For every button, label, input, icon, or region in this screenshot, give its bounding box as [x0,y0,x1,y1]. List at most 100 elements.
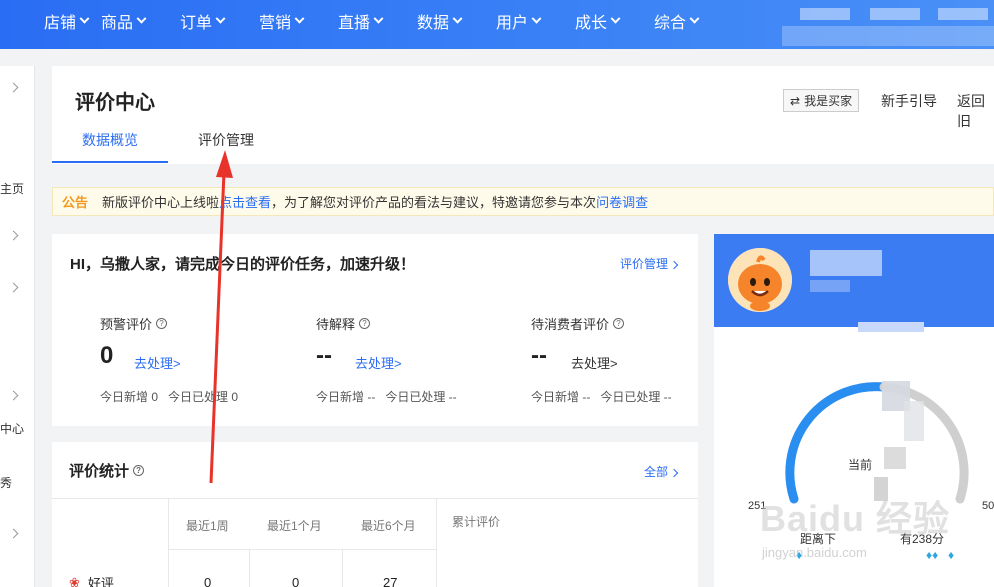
diamond-icon: ♦♦ [926,548,939,562]
tab-review-management[interactable]: 评价管理 [198,130,254,150]
nav-item-marketing[interactable]: 营销 [259,10,338,32]
announcement-bar: 公告 新版评价中心上线啦 点击查看 ，为了解您对评价产品的看法与建议，特邀请您参… [52,187,994,216]
chevron-down-icon [215,13,226,24]
avatar [728,248,792,312]
metric-sub: 今日新增 -- 今日已处理 -- [316,390,457,404]
chevron-right-icon[interactable] [8,528,19,539]
table-cell: 0 [204,575,212,587]
metric-pending-consumer: 待消费者评价? -- 去处理> 今日新增 -- 今日已处理 -- [531,314,731,404]
announcement-tag: 公告 [62,195,89,210]
view-all-label: 全部 [644,465,669,479]
question-icon[interactable]: ? [133,465,145,476]
review-task-card: HI，乌撒人家，请完成今日的评价任务，加速升级！ 评价管理 预警评价? 0 去处… [52,234,698,426]
chevron-right-icon[interactable] [8,390,19,401]
metric-label: 待解释 [316,317,356,332]
chevron-down-icon [689,13,700,24]
blurred-info [810,280,850,292]
nav-item-data[interactable]: 数据 [417,10,496,32]
announcement-text-2: ，为了解您对评价产品的看法与建议，特邀请您参与本次 [271,195,597,210]
metric-value: -- [316,342,332,369]
view-details-link[interactable]: 点击查看 [219,192,271,211]
question-icon[interactable]: ? [359,318,371,329]
table-cell: 27 [383,575,398,587]
sidebar-item-label[interactable]: 秀 [0,474,12,491]
chevron-down-icon [294,13,305,24]
column-header: 累计评价 [452,515,501,529]
top-nav: 店铺 商品 订单 营销 直播 数据 用户 成长 综合 [0,0,994,49]
task-title: HI，乌撒人家，请完成今日的评价任务，加速升级！ [70,256,416,273]
stats-table: 最近1周 最近1个月 最近6个月 累计评价 ❀ 好评 0 0 27 [52,498,698,587]
view-all-link[interactable]: 全部 [644,463,679,480]
nav-item-growth[interactable]: 成长 [575,10,654,32]
nav-item-label: 数据 [417,15,450,32]
review-stats-card: 评价统计? 全部 最近1周 最近1个月 最近6个月 累计评价 ❀ 好评 0 0 2… [52,442,698,587]
nav-item-goods[interactable]: 商品 [101,10,180,32]
top-nav-menu: 店铺 商品 订单 营销 直播 数据 用户 成长 综合 [0,10,733,32]
nav-item-label: 商品 [101,15,134,32]
switch-to-buyer-button[interactable]: ⇄ 我是买家 [783,89,860,112]
stats-title: 评价统计? [69,460,145,481]
nav-item-label: 用户 [496,15,529,32]
metric-value: 0 [100,342,114,369]
sidebar-item-label[interactable]: 中心 [0,420,24,437]
nav-item-label: 成长 [575,15,608,32]
nav-item-label: 订单 [180,15,213,32]
page-title: 评价中心 [75,92,155,114]
nav-item-live[interactable]: 直播 [338,10,417,32]
chevron-down-icon [373,13,384,24]
review-management-link[interactable]: 评价管理 [620,255,679,272]
metric-value: -- [531,342,547,369]
process-link-disabled: 去处理> [571,356,618,371]
review-management-link-label: 评价管理 [620,257,669,271]
chevron-right-icon[interactable] [8,230,19,241]
metric-label: 待消费者评价 [531,317,610,332]
chevron-right-icon[interactable] [8,82,19,93]
nav-item-label: 综合 [654,15,687,32]
chevron-down-icon [136,13,147,24]
chevron-down-icon [452,13,463,24]
sidebar-item-label[interactable]: 主页 [0,180,24,197]
nav-item-label: 营销 [259,15,292,32]
swap-icon: ⇄ [790,93,801,108]
blurred-username [810,250,882,276]
chevron-down-icon [531,13,542,24]
nav-item-orders[interactable]: 订单 [180,10,259,32]
column-header: 最近1个月 [267,519,322,533]
tab-data-overview[interactable]: 数据概览 [82,130,138,150]
switch-to-buyer-label: 我是买家 [804,94,853,108]
metric-sub: 今日新增 -- 今日已处理 -- [531,390,672,404]
survey-link[interactable]: 问卷调查 [596,192,648,211]
process-link[interactable]: 去处理> [134,353,181,372]
nav-item-users[interactable]: 用户 [496,10,575,32]
question-icon[interactable]: ? [613,318,625,329]
watermark-logo: Baidu 经验 [760,498,951,539]
flower-icon: ❀ [69,574,80,587]
nav-item-label: 直播 [338,15,371,32]
chevron-down-icon [610,13,621,24]
column-header: 最近6个月 [361,519,416,533]
question-icon[interactable]: ? [156,318,168,329]
beginner-guide-link[interactable]: 新手引导 [881,91,937,111]
metric-warning-reviews: 预警评价? 0 去处理> 今日新增 0 今日已处理 0 [100,314,300,404]
metric-sub: 今日新增 0 今日已处理 0 [100,390,239,404]
metric-pending-explanation: 待解释? -- 去处理> 今日新增 -- 今日已处理 -- [316,314,516,404]
diamond-icon: ♦ [948,548,955,562]
chevron-right-icon[interactable] [8,282,19,293]
chevron-right-icon [669,468,679,478]
column-header: 最近1周 [186,519,229,533]
table-row-label: ❀ 好评 [69,573,114,587]
profile-header [714,234,994,332]
process-link[interactable]: 去处理> [355,353,402,372]
gauge-current-label: 当前 [848,458,873,472]
nav-item-general[interactable]: 综合 [654,10,733,32]
return-old-link[interactable]: 返回旧 [957,91,994,131]
chevron-right-icon [669,260,679,270]
gauge-max-label: 50 [982,500,994,512]
watermark-url: jingyan.baidu.com [762,545,867,560]
nav-item-store[interactable]: 店铺 [22,10,101,32]
chevron-down-icon [79,13,90,24]
nav-blurred-area [782,0,994,49]
active-tab-indicator [52,161,168,163]
header-card: 评价中心 数据概览 评价管理 ⇄ 我是买家 新手引导 返回旧 [52,66,994,164]
gauge-progress-arc [785,382,889,504]
